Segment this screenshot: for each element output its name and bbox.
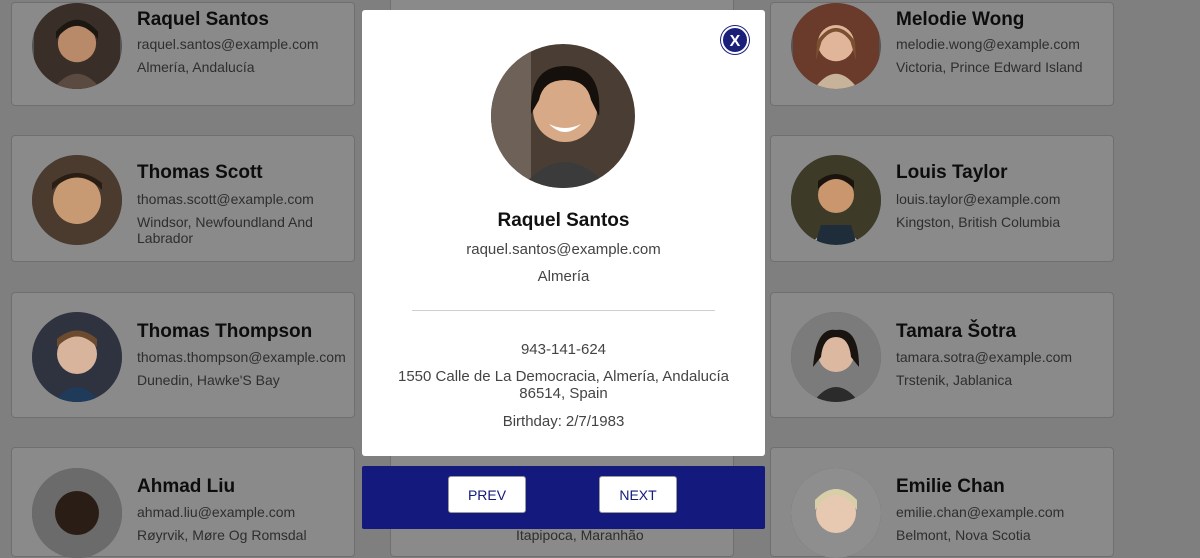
card-email: thomas.scott@example.com (137, 191, 314, 207)
divider (412, 310, 715, 311)
card-email: melodie.wong@example.com (896, 36, 1080, 52)
card-name: Melodie Wong (896, 9, 1025, 30)
card-name: Emilie Chan (896, 476, 1005, 497)
card-name: Raquel Santos (137, 9, 269, 30)
employee-card[interactable]: Tamara Šotra tamara.sotra@example.com Tr… (770, 292, 1114, 418)
modal-email: raquel.santos@example.com (466, 241, 661, 258)
card-email: emilie.chan@example.com (896, 504, 1065, 520)
card-email: raquel.santos@example.com (137, 36, 319, 52)
card-location: Dunedin, Hawke'S Bay (137, 372, 280, 388)
employee-card[interactable]: Thomas Scott thomas.scott@example.com Wi… (11, 135, 355, 262)
avatar (32, 3, 122, 89)
modal-phone: 943-141-624 (520, 341, 607, 358)
card-name: Tamara Šotra (896, 321, 1017, 342)
employee-card[interactable]: Raquel Santos raquel.santos@example.com … (11, 2, 355, 106)
birthday-label: Birthday: (502, 413, 562, 430)
card-location: Windsor, Newfoundland And Labrador (137, 214, 313, 246)
avatar (32, 312, 122, 402)
prev-button[interactable]: PREV (448, 476, 526, 513)
modal-avatar (491, 44, 635, 188)
card-name: Thomas Scott (137, 162, 263, 183)
employee-card[interactable]: Melodie Wong melodie.wong@example.com Vi… (770, 2, 1114, 106)
employee-detail-modal: X Raquel Santos raquel.santos@example.co… (362, 10, 765, 456)
card-name: Thomas Thompson (137, 321, 313, 342)
modal-address: 1550 Calle de La Democracia, Almería, An… (397, 368, 730, 402)
modal-name: Raquel Santos (497, 210, 630, 231)
card-email: thomas.thompson@example.com (137, 349, 346, 365)
card-location: Victoria, Prince Edward Island (896, 59, 1083, 75)
birthday-value: 2/7/1983 (565, 413, 625, 430)
card-name: Louis Taylor (896, 162, 1008, 183)
modal-city: Almería (537, 268, 590, 285)
close-button[interactable]: X (721, 26, 749, 54)
employee-card[interactable]: Louis Taylor louis.taylor@example.com Ki… (770, 135, 1114, 262)
card-email: ahmad.liu@example.com (137, 504, 296, 520)
next-button[interactable]: NEXT (599, 476, 677, 513)
card-location: Kingston, British Columbia (896, 214, 1061, 230)
employee-card[interactable]: Thomas Thompson thomas.thompson@example.… (11, 292, 355, 418)
avatar (32, 468, 122, 558)
card-email: louis.taylor@example.com (896, 191, 1061, 207)
modal-birthday: Birthday: 2/7/1983 (362, 413, 765, 430)
avatar (791, 155, 881, 245)
card-location: Almería, Andalucía (137, 59, 255, 75)
avatar (791, 3, 881, 89)
card-email: tamara.sotra@example.com (896, 349, 1073, 365)
avatar (791, 312, 881, 402)
card-location: Trstenik, Jablanica (896, 372, 1013, 388)
card-name: Ahmad Liu (137, 476, 236, 497)
modal-nav-bar: PREV NEXT (362, 466, 765, 529)
avatar (791, 468, 881, 558)
avatar (32, 155, 122, 245)
